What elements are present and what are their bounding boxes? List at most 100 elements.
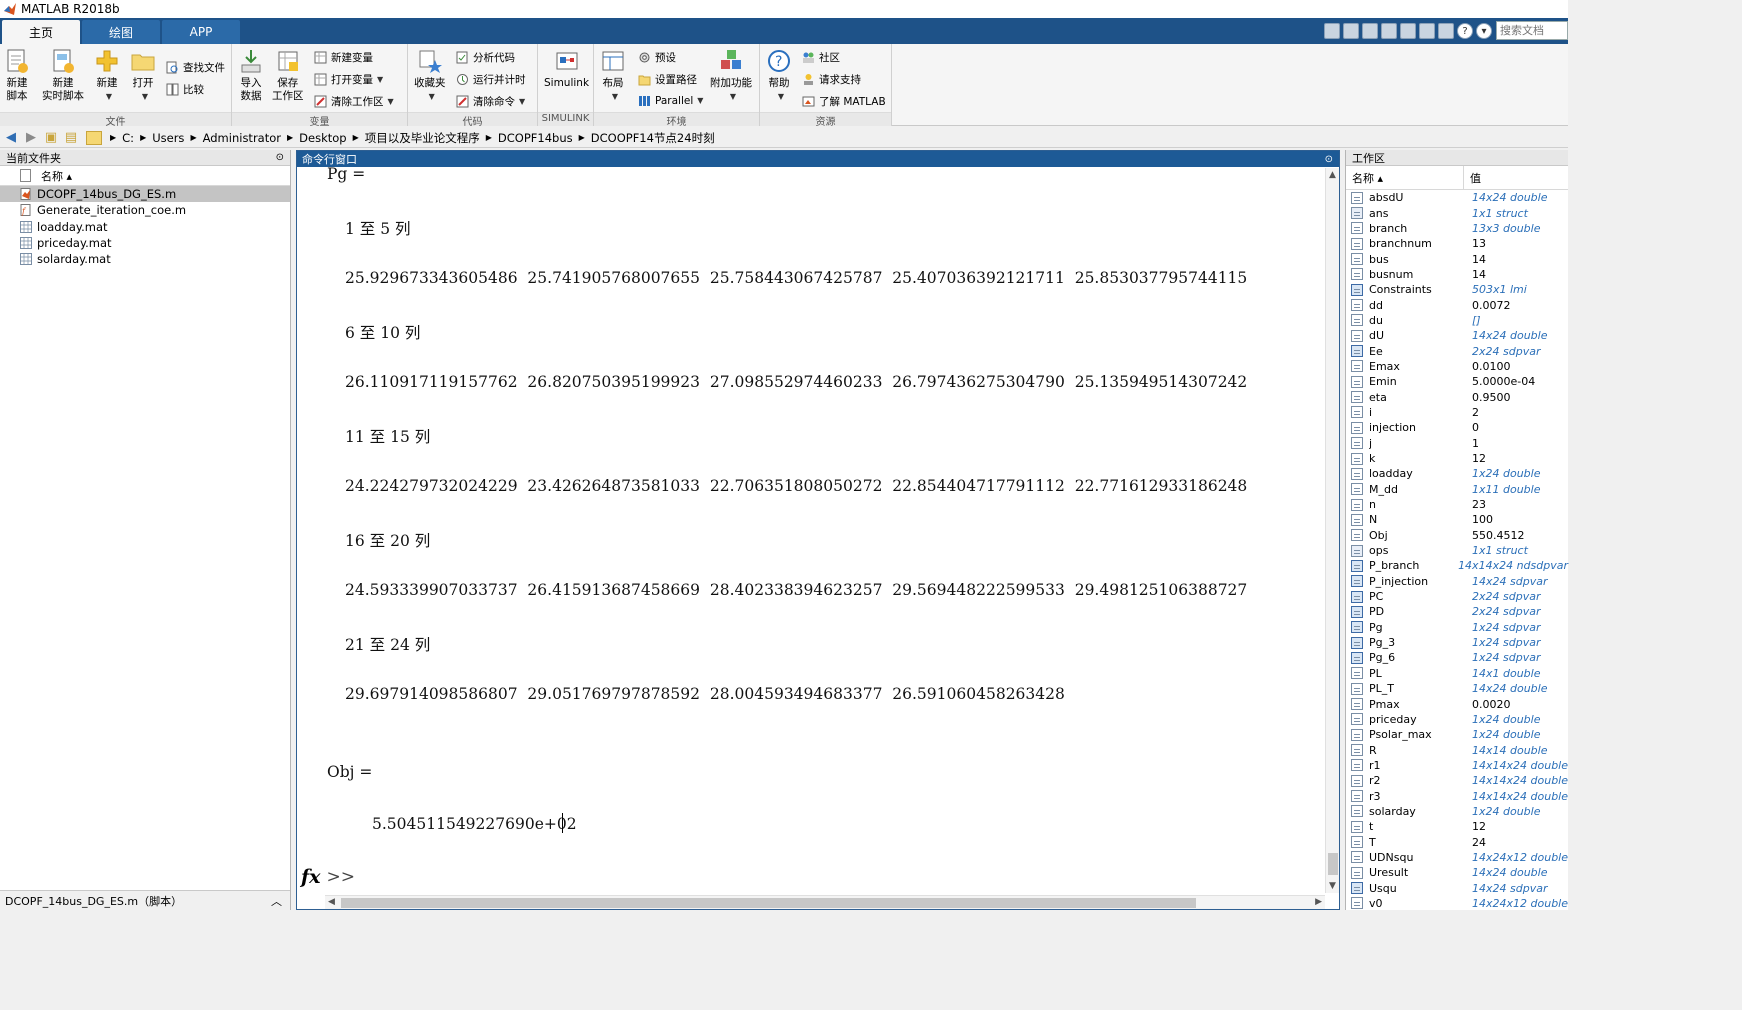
back-arrow-icon[interactable]: ◀ [2,130,20,146]
file-list-item[interactable]: DCOPF_14bus_DG_ES.m [0,186,290,203]
redo-icon[interactable] [1419,23,1435,39]
vertical-scrollbar[interactable]: ▲ ▼ [1325,168,1339,893]
workspace-variable-row[interactable]: Pg 1x24 sdpvar [1346,620,1568,635]
clear-workspace-button[interactable]: 清除工作区 ▼ [314,94,394,109]
request-support-button[interactable]: 请求支持 [802,72,861,87]
copy-icon[interactable] [1362,23,1378,39]
up-folder-icon[interactable]: ▣ [42,130,60,146]
workspace-variable-row[interactable]: Emax 0.0100 [1346,359,1568,374]
scroll-down-icon[interactable]: ▼ [1329,881,1336,891]
analyze-code-button[interactable]: 分析代码 [456,50,515,65]
workspace-variable-row[interactable]: Psolar_max 1x24 double [1346,727,1568,742]
workspace-variable-row[interactable]: du [] [1346,313,1568,328]
workspace-variable-row[interactable]: P_injection 14x24 sdpvar [1346,574,1568,589]
name-column-header[interactable]: 名称 ▴ [0,166,290,186]
horizontal-scrollbar[interactable]: ◀ ▶ [325,895,1325,909]
cut-icon[interactable] [1343,23,1359,39]
workspace-variable-row[interactable]: Pmax 0.0020 [1346,696,1568,711]
parallel-button[interactable]: Parallel ▼ [638,94,703,107]
workspace-variable-row[interactable]: t 12 [1346,819,1568,834]
workspace-variable-row[interactable]: Obj 550.4512 [1346,528,1568,543]
tab-plots[interactable]: 绘图 [82,20,160,44]
workspace-variable-row[interactable]: R 14x14 double [1346,742,1568,757]
scrollbar-thumb[interactable] [341,898,1196,908]
workspace-variable-row[interactable]: ops 1x1 struct [1346,543,1568,558]
browse-folder-icon[interactable]: ▤ [62,130,80,146]
open-button[interactable]: 打开 ▼ [130,48,156,103]
name-column-header[interactable]: 名称 ▴ [1346,166,1464,189]
help-icon[interactable]: ? [1457,23,1473,39]
workspace-variable-row[interactable]: P_branch 14x14x24 ndsdpvar [1346,558,1568,573]
workspace-variable-row[interactable]: ans 1x1 struct [1346,205,1568,220]
run-and-time-button[interactable]: 运行并计时 [456,72,526,87]
workspace-variable-row[interactable]: branch 13x3 double [1346,221,1568,236]
breadcrumb-item[interactable]: DCOPF14bus [498,131,573,145]
switch-windows-icon[interactable] [1438,23,1454,39]
workspace-variable-row[interactable]: busnum 14 [1346,267,1568,282]
workspace-variable-row[interactable]: priceday 1x24 double [1346,712,1568,727]
forward-arrow-icon[interactable]: ▶ [22,130,40,146]
community-button[interactable]: 社区 [802,50,840,65]
tab-apps[interactable]: APP [162,20,240,44]
scrollbar-thumb[interactable] [1328,853,1338,875]
new-script-button[interactable]: 新建 脚本 [4,48,30,103]
search-documentation-input[interactable] [1496,21,1568,40]
save-workspace-button[interactable]: 保存 工作区 [272,48,304,103]
add-ons-button[interactable]: 附加功能 ▼ [710,48,752,103]
workspace-variable-row[interactable]: v0 14x24x12 double [1346,896,1568,911]
workspace-variable-row[interactable]: Pg_6 1x24 sdpvar [1346,650,1568,665]
file-list-item[interactable]: solarday.mat [0,251,290,267]
set-path-button[interactable]: 设置路径 [638,72,697,87]
workspace-variable-row[interactable]: PL 14x1 double [1346,666,1568,681]
new-live-script-button[interactable]: 新建 实时脚本 [42,48,84,103]
preferences-button[interactable]: 预设 [638,50,676,65]
workspace-variable-row[interactable]: loadday 1x24 double [1346,466,1568,481]
workspace-variable-row[interactable]: PL_T 14x24 double [1346,681,1568,696]
file-list-item[interactable]: loadday.mat [0,219,290,235]
scroll-up-icon[interactable]: ▲ [1329,170,1336,180]
workspace-variable-row[interactable]: UDNsqu 14x24x12 double [1346,850,1568,865]
file-list-item[interactable]: f Generate_iteration_coe.m [0,202,290,218]
paste-icon[interactable] [1381,23,1397,39]
clear-commands-button[interactable]: 清除命令 ▼ [456,94,525,109]
workspace-variable-row[interactable]: bus 14 [1346,251,1568,266]
file-list-item[interactable]: priceday.mat [0,235,290,251]
breadcrumb-item[interactable]: DCOOPF14节点24时刻 [591,130,715,146]
panel-menu-icon[interactable]: ⊙ [276,152,284,163]
workspace-variable-row[interactable]: Emin 5.0000e-04 [1346,374,1568,389]
workspace-variable-row[interactable]: Constraints 503x1 lmi [1346,282,1568,297]
workspace-variable-row[interactable]: N 100 [1346,512,1568,527]
learn-matlab-button[interactable]: 了解 MATLAB [802,94,886,109]
workspace-variable-row[interactable]: absdU 14x24 double [1346,190,1568,205]
workspace-variable-row[interactable]: r2 14x14x24 double [1346,773,1568,788]
save-icon[interactable] [1324,23,1340,39]
breadcrumb-item[interactable]: Users [152,131,184,145]
workspace-variable-row[interactable]: solarday 1x24 double [1346,804,1568,819]
workspace-variable-row[interactable]: dU 14x24 double [1346,328,1568,343]
workspace-variable-row[interactable]: Pg_3 1x24 sdpvar [1346,635,1568,650]
help-button[interactable]: ? 帮助 ▼ [766,48,792,103]
workspace-variable-row[interactable]: Uresult 14x24 double [1346,865,1568,880]
command-window[interactable]: 命令行窗口 ⊙ Pg = 1 至 5 列 25.929673343605486 25… [296,150,1340,910]
command-prompt[interactable]: fx >> [301,866,355,888]
breadcrumb-item[interactable]: Administrator [203,131,281,145]
workspace-variable-row[interactable]: n 23 [1346,497,1568,512]
import-data-button[interactable]: 导入 数据 [238,48,264,103]
open-variable-button[interactable]: 打开变量 ▼ [314,72,383,87]
workspace-variable-row[interactable]: eta 0.9500 [1346,389,1568,404]
new-variable-button[interactable]: 新建变量 [314,50,373,65]
new-button[interactable]: 新建 ▼ [94,48,120,103]
workspace-variable-row[interactable]: M_dd 1x11 double [1346,482,1568,497]
value-column-header[interactable]: 值 [1464,170,1481,186]
workspace-variable-row[interactable]: dd 0.0072 [1346,297,1568,312]
workspace-variable-row[interactable]: branchnum 13 [1346,236,1568,251]
workspace-variable-row[interactable]: r1 14x14x24 double [1346,758,1568,773]
workspace-variable-row[interactable]: k 12 [1346,451,1568,466]
dropdown-icon[interactable]: ▾ [1476,23,1492,39]
breadcrumb-item[interactable]: C: [122,131,134,145]
find-files-button[interactable]: 查找文件 [166,60,225,75]
compare-button[interactable]: 比较 [166,82,204,97]
workspace-variable-row[interactable]: PC 2x24 sdpvar [1346,589,1568,604]
scroll-left-icon[interactable]: ◀ [328,897,335,907]
breadcrumb-item[interactable]: 项目以及毕业论文程序 [365,130,480,146]
